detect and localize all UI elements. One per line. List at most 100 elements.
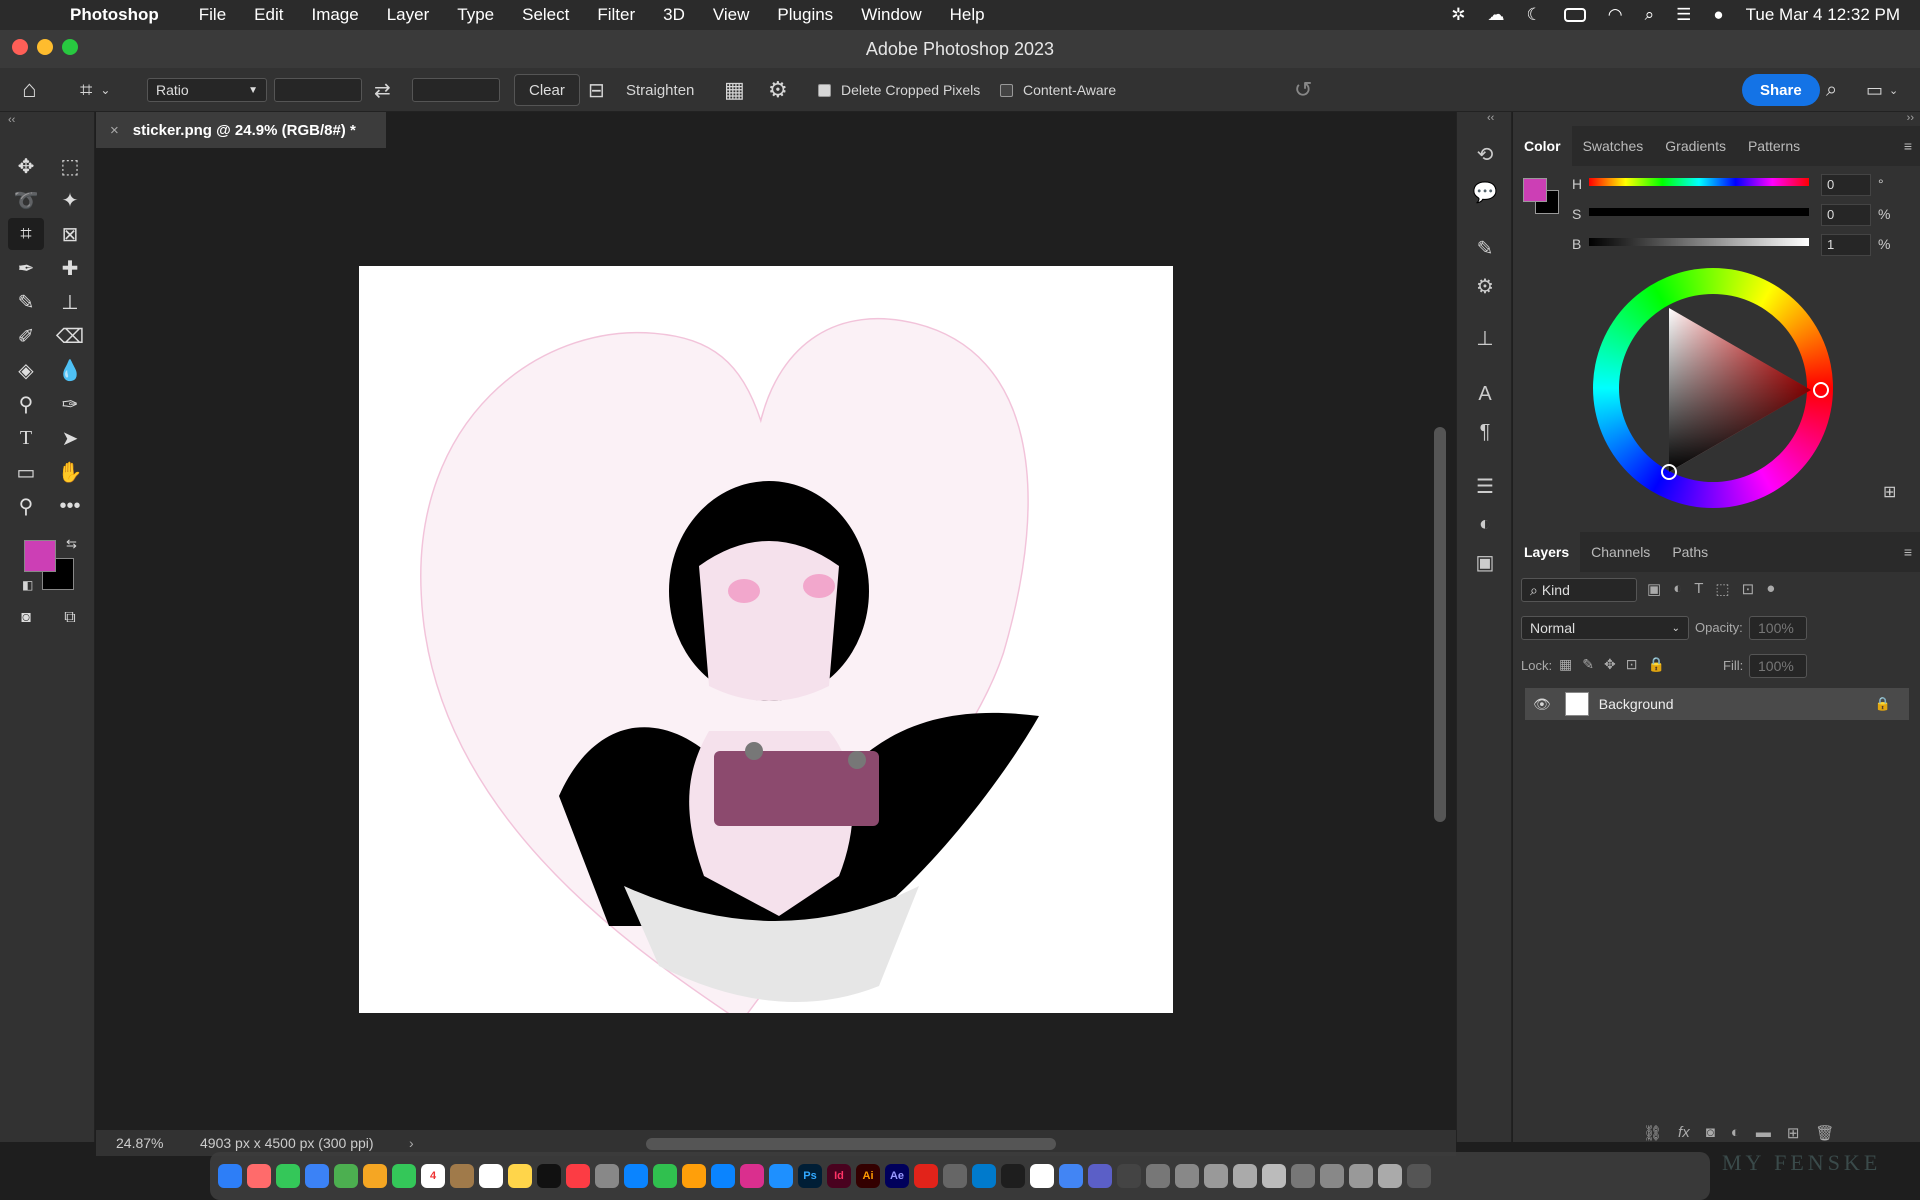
blend-mode-dropdown[interactable]: Normal ⌄ bbox=[1521, 616, 1689, 640]
hello-kitty-icon[interactable] bbox=[1030, 1164, 1054, 1188]
delete-cropped-checkbox[interactable]: Delete Cropped Pixels bbox=[818, 68, 980, 112]
healing-brush-tool-icon[interactable]: ✚ bbox=[52, 252, 88, 284]
adjustments-icon[interactable]: ◐ bbox=[1471, 510, 1499, 538]
document-thumbnail[interactable] bbox=[1291, 1164, 1315, 1188]
new-layer-icon[interactable]: ⊞ bbox=[1787, 1124, 1800, 1142]
blur-tool-icon[interactable]: 💧 bbox=[52, 354, 88, 386]
type-tool-icon[interactable]: T bbox=[8, 422, 44, 454]
color-panel-foreground-swatch[interactable] bbox=[1523, 178, 1547, 202]
hue-slider[interactable] bbox=[1589, 178, 1809, 186]
lock-artboard-icon[interactable]: ⊡ bbox=[1626, 656, 1638, 673]
after-effects-dock-icon[interactable]: Ae bbox=[885, 1164, 909, 1188]
tab-color[interactable]: Color bbox=[1513, 126, 1572, 166]
paint-bucket-tool-icon[interactable]: ◈ bbox=[8, 354, 44, 386]
control-center-icon[interactable]: ☰ bbox=[1676, 5, 1691, 25]
filter-pixel-icon[interactable]: ▣ bbox=[1647, 580, 1661, 598]
document-thumbnail[interactable] bbox=[1349, 1164, 1373, 1188]
horizontal-scrollbar[interactable] bbox=[646, 1138, 1056, 1150]
panel-menu-icon[interactable]: ≡ bbox=[1904, 138, 1912, 154]
frame-tool-icon[interactable]: ⊠ bbox=[52, 218, 88, 250]
acrobat-icon[interactable] bbox=[914, 1164, 938, 1188]
zoom-window-button[interactable] bbox=[62, 39, 78, 55]
straighten-label[interactable]: Straighten bbox=[626, 68, 694, 112]
swap-dimensions-icon[interactable]: ⇄ bbox=[374, 68, 391, 112]
opacity-input[interactable]: 100% bbox=[1749, 616, 1807, 640]
tab-layers[interactable]: Layers bbox=[1513, 532, 1581, 572]
chrome-icon[interactable] bbox=[1059, 1164, 1083, 1188]
hue-input[interactable]: 0 bbox=[1821, 174, 1871, 196]
contacts-icon[interactable] bbox=[450, 1164, 474, 1188]
figma-dock-icon[interactable] bbox=[1001, 1164, 1025, 1188]
trash-icon[interactable] bbox=[1407, 1164, 1431, 1188]
move-tool-icon[interactable]: ✥ bbox=[8, 150, 44, 182]
home-icon[interactable]: ⌂ bbox=[22, 68, 37, 112]
messages-icon[interactable] bbox=[276, 1164, 300, 1188]
swap-colors-icon[interactable]: ⇆ bbox=[66, 536, 77, 552]
fill-input[interactable]: 100% bbox=[1749, 654, 1807, 678]
rectangle-tool-icon[interactable]: ▭ bbox=[8, 456, 44, 488]
music-icon[interactable] bbox=[566, 1164, 590, 1188]
brush-presets-icon[interactable]: ⚙ bbox=[1471, 272, 1499, 300]
new-group-icon[interactable]: ▬ bbox=[1756, 1124, 1771, 1142]
zoom-tool-icon[interactable]: ⚲ bbox=[8, 490, 44, 522]
gear-icon[interactable]: ⚙ bbox=[768, 68, 788, 112]
document-thumbnail[interactable] bbox=[1175, 1164, 1199, 1188]
launchpad-icon[interactable] bbox=[247, 1164, 271, 1188]
lock-position-icon[interactable]: ✥ bbox=[1604, 656, 1616, 673]
crop-tool-preset-icon[interactable]: ⌗ ⌄ bbox=[80, 68, 110, 112]
menu-edit[interactable]: Edit bbox=[254, 5, 283, 25]
tab-channels[interactable]: Channels bbox=[1580, 532, 1661, 572]
filter-shape-icon[interactable]: ⬚ bbox=[1715, 580, 1729, 598]
maps-icon[interactable] bbox=[334, 1164, 358, 1188]
delete-layer-icon[interactable]: 🗑 bbox=[1815, 1124, 1834, 1142]
color-triangle[interactable] bbox=[1593, 268, 1833, 508]
brightness-slider[interactable] bbox=[1589, 238, 1809, 246]
straighten-icon[interactable]: ⊟ bbox=[588, 68, 605, 112]
eye-icon[interactable]: 👁 bbox=[1533, 696, 1551, 713]
more-tools-icon[interactable]: ••• bbox=[52, 490, 88, 522]
history-icon[interactable]: ⟲ bbox=[1471, 140, 1499, 168]
document-thumbnail[interactable] bbox=[1146, 1164, 1170, 1188]
menu-3d[interactable]: 3D bbox=[663, 5, 685, 25]
clear-button[interactable]: Clear bbox=[514, 74, 580, 106]
keynote-icon[interactable] bbox=[624, 1164, 648, 1188]
add-mask-icon[interactable]: ◙ bbox=[1706, 1124, 1715, 1142]
calendar-icon[interactable]: 4 bbox=[421, 1164, 445, 1188]
facetime-icon[interactable] bbox=[392, 1164, 416, 1188]
menubar-clock[interactable]: Tue Mar 4 12:32 PM bbox=[1746, 5, 1900, 25]
menu-window[interactable]: Window bbox=[861, 5, 921, 25]
browser-icon[interactable] bbox=[1117, 1164, 1141, 1188]
foreground-color-swatch[interactable] bbox=[24, 540, 56, 572]
minimize-window-button[interactable] bbox=[37, 39, 53, 55]
lock-all-icon[interactable]: 🔒 bbox=[1647, 656, 1664, 673]
lock-transparency-icon[interactable]: ▦ bbox=[1559, 656, 1572, 673]
collapse-panels-icon[interactable]: ‹‹ bbox=[1487, 112, 1494, 124]
numbers-icon[interactable] bbox=[653, 1164, 677, 1188]
menu-filter[interactable]: Filter bbox=[597, 5, 635, 25]
path-selection-tool-icon[interactable]: ➤ bbox=[52, 422, 88, 454]
close-tab-icon[interactable]: × bbox=[110, 122, 119, 139]
menu-plugins[interactable]: Plugins bbox=[777, 5, 833, 25]
saturation-input[interactable]: 0 bbox=[1821, 204, 1871, 226]
workspace-icon[interactable]: ▭ ⌄ bbox=[1866, 68, 1898, 112]
chevron-right-icon[interactable]: › bbox=[409, 1135, 414, 1151]
app-menu[interactable]: Photoshop bbox=[70, 5, 159, 25]
document-thumbnail[interactable] bbox=[1262, 1164, 1286, 1188]
document-thumbnail[interactable] bbox=[1233, 1164, 1257, 1188]
brush-tool-icon[interactable]: ✎ bbox=[8, 286, 44, 318]
photoshop-dock-icon[interactable]: Ps bbox=[798, 1164, 822, 1188]
stamp-tool-icon[interactable]: ⊥ bbox=[52, 286, 88, 318]
libraries-icon[interactable]: ▣ bbox=[1471, 548, 1499, 576]
pages-icon[interactable] bbox=[682, 1164, 706, 1188]
link-layers-icon[interactable]: ⛓ bbox=[1643, 1124, 1662, 1142]
menu-select[interactable]: Select bbox=[522, 5, 569, 25]
character-icon[interactable]: A bbox=[1471, 380, 1499, 408]
tv-icon[interactable] bbox=[537, 1164, 561, 1188]
marquee-tool-icon[interactable]: ⬚ bbox=[52, 150, 88, 182]
layer-row-background[interactable]: 👁 Background 🔒 bbox=[1525, 688, 1909, 720]
filter-type-icon[interactable]: T bbox=[1694, 580, 1703, 598]
saturation-slider[interactable] bbox=[1589, 208, 1809, 216]
history-brush-tool-icon[interactable]: ✐ bbox=[8, 320, 44, 352]
moon-icon[interactable]: ☾ bbox=[1527, 5, 1542, 25]
app-store-icon[interactable] bbox=[711, 1164, 735, 1188]
